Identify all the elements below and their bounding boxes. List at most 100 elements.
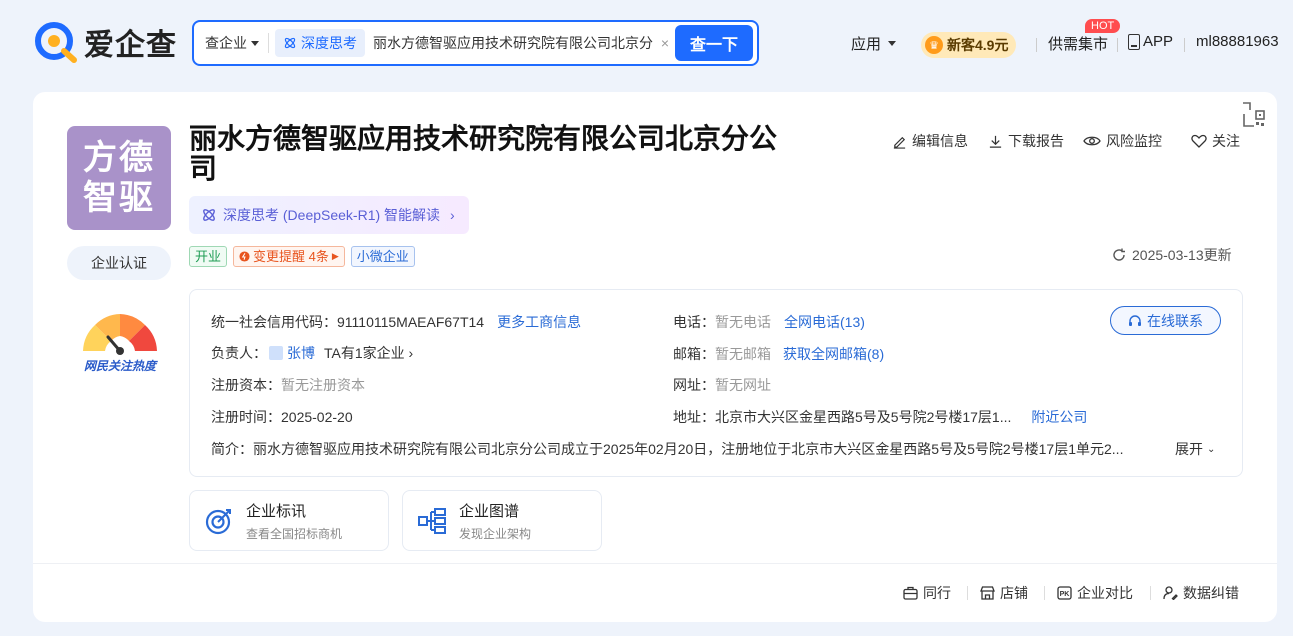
email-value: 暂无邮箱 [715, 346, 771, 362]
logo[interactable]: 爱企查 [34, 20, 177, 64]
update-info[interactable]: 2025-03-13更新 [1112, 245, 1232, 265]
avatar [269, 346, 283, 360]
deep-think-toggle[interactable]: 深度思考 [275, 29, 365, 57]
search-scope-select[interactable]: 查企业 [194, 33, 269, 53]
nav-app-download-label: APP [1143, 33, 1174, 50]
toolbar-divider [1150, 586, 1151, 600]
feature-title: 企业标讯 [246, 502, 307, 520]
all-emails-link[interactable]: 获取全网邮箱(8) [783, 344, 884, 364]
nav-market-label: 供需集市 [1048, 36, 1109, 53]
search-input[interactable] [373, 35, 655, 51]
all-phones-link[interactable]: 全网电话(13) [784, 312, 865, 332]
shop-button[interactable]: 店铺 [980, 583, 1028, 603]
edit-info-button[interactable]: 编辑信息 [892, 131, 968, 151]
correction-icon [1163, 586, 1178, 600]
refresh-icon [1113, 248, 1125, 261]
chevron-right-icon: › [450, 207, 455, 223]
follow-button[interactable]: 关注 [1191, 131, 1240, 151]
feature-subtitle: 查看全国招标商机 [246, 526, 343, 541]
company-logo-line2: 智驱 [83, 179, 155, 217]
address-row: 地址： 北京市大兴区金星西路5号及5号院2号楼17层1... 附近公司 [673, 407, 1087, 427]
search-button[interactable]: 查一下 [675, 25, 753, 61]
nav-divider [1184, 38, 1185, 52]
nav-app-menu[interactable]: 应用 [851, 33, 897, 54]
company-tags: 开业 变更提醒 4条 ▶ 小微企业 [189, 246, 415, 267]
compare-label: 企业对比 [1077, 585, 1133, 601]
compare-button[interactable]: PK 企业对比 [1057, 583, 1133, 603]
follow-label: 关注 [1212, 133, 1240, 149]
peer-button[interactable]: 同行 [903, 583, 951, 603]
data-correction-button[interactable]: 数据纠错 [1163, 583, 1239, 603]
toolbar-divider [967, 586, 968, 600]
person-companies-link[interactable]: TA有1家企业 › [324, 343, 413, 363]
download-icon [989, 135, 1002, 148]
caret-down-icon [888, 41, 897, 46]
online-contact-button[interactable]: 在线联系 [1110, 306, 1221, 335]
card-divider [33, 563, 1277, 564]
search-scope-label: 查企业 [205, 35, 247, 51]
download-report-button[interactable]: 下载报告 [988, 131, 1064, 151]
person-name-link[interactable]: 张博 [287, 343, 315, 363]
logo-text: 爱企查 [84, 29, 177, 62]
alert-icon [239, 251, 250, 262]
online-contact-label: 在线联系 [1147, 312, 1203, 329]
edit-info-label: 编辑信息 [912, 133, 968, 149]
address-label: 地址： [673, 409, 715, 425]
qr-code-icon[interactable] [1242, 102, 1266, 128]
user-name: ml88881963 [1196, 33, 1279, 50]
capital-label: 注册资本： [211, 377, 281, 393]
update-time: 2025-03-13更新 [1132, 247, 1232, 263]
risk-monitor-button[interactable]: 风险监控 [1083, 131, 1162, 151]
status-badge: 开业 [189, 246, 228, 267]
search-bar: 查企业 深度思考 × 查一下 [192, 20, 759, 66]
atom-icon [203, 209, 215, 221]
eye-icon [1083, 136, 1101, 146]
email-row: 邮箱： 暂无邮箱 获取全网邮箱(8) [673, 344, 884, 364]
peer-label: 同行 [923, 585, 951, 601]
feature-text: 企业标讯 查看全国招标商机 [246, 500, 342, 542]
crown-icon: ♛ [925, 36, 943, 54]
chevron-down-icon: ⌄ [1207, 443, 1216, 455]
person-label: 负责人： [211, 345, 267, 361]
certify-button[interactable]: 企业认证 [67, 246, 171, 280]
ai-analysis-button[interactable]: 深度思考 (DeepSeek-R1) 智能解读 › [189, 196, 469, 234]
svg-text:PK: PK [1060, 591, 1070, 598]
feature-text: 企业图谱 发现企业架构 [459, 500, 531, 542]
risk-monitor-label: 风险监控 [1106, 133, 1162, 149]
nav-divider [1117, 38, 1118, 52]
toolbar-divider [1044, 586, 1045, 600]
intro-label: 简介： [211, 441, 253, 457]
date-row: 注册时间： 2025-02-20 [211, 407, 353, 427]
clear-icon[interactable]: × [661, 35, 669, 51]
vip-promo[interactable]: ♛ 新客4.9元 [921, 32, 1017, 58]
change-alert-badge[interactable]: 变更提醒 4条 ▶ [233, 246, 345, 267]
person-companies-label: TA有1家企业 [324, 345, 405, 361]
nav-user[interactable]: ml88881963 [1196, 33, 1279, 50]
nav-market[interactable]: 供需集市 [1048, 33, 1108, 54]
change-alert-label: 变更提醒 4条 [253, 249, 329, 264]
download-report-label: 下载报告 [1008, 133, 1064, 149]
triangle-right-icon: ▶ [331, 251, 339, 261]
shop-label: 店铺 [1000, 585, 1028, 601]
org-chart-icon [418, 507, 446, 534]
company-logo: 方德 智驱 [67, 126, 171, 230]
nav-app-download[interactable]: APP [1128, 33, 1173, 50]
feature-card-bidding[interactable]: 企业标讯 查看全国招标商机 [189, 490, 389, 551]
briefcase-icon [903, 586, 918, 600]
hot-badge: HOT [1085, 19, 1121, 33]
capital-value: 暂无注册资本 [281, 377, 365, 393]
atom-icon [284, 37, 296, 49]
intro-expand-button[interactable]: 展开 ⌄ [1175, 439, 1215, 459]
size-badge: 小微企业 [350, 246, 415, 267]
phone-label: 电话： [673, 314, 715, 330]
phone-icon [1128, 33, 1140, 50]
capital-row: 注册资本： 暂无注册资本 [211, 375, 365, 395]
caret-down-icon [251, 40, 259, 46]
more-info-link[interactable]: 更多工商信息 [497, 312, 581, 332]
deep-think-label: 深度思考 [301, 35, 357, 51]
phone-value: 暂无电话 [715, 314, 771, 330]
credit-code-label: 统一社会信用代码： [211, 314, 337, 330]
company-name: 丽水方德智驱应用技术研究院有限公司北京分公司 [189, 123, 778, 184]
nearby-companies-link[interactable]: 附近公司 [1031, 407, 1087, 427]
feature-card-graph[interactable]: 企业图谱 发现企业架构 [402, 490, 602, 551]
